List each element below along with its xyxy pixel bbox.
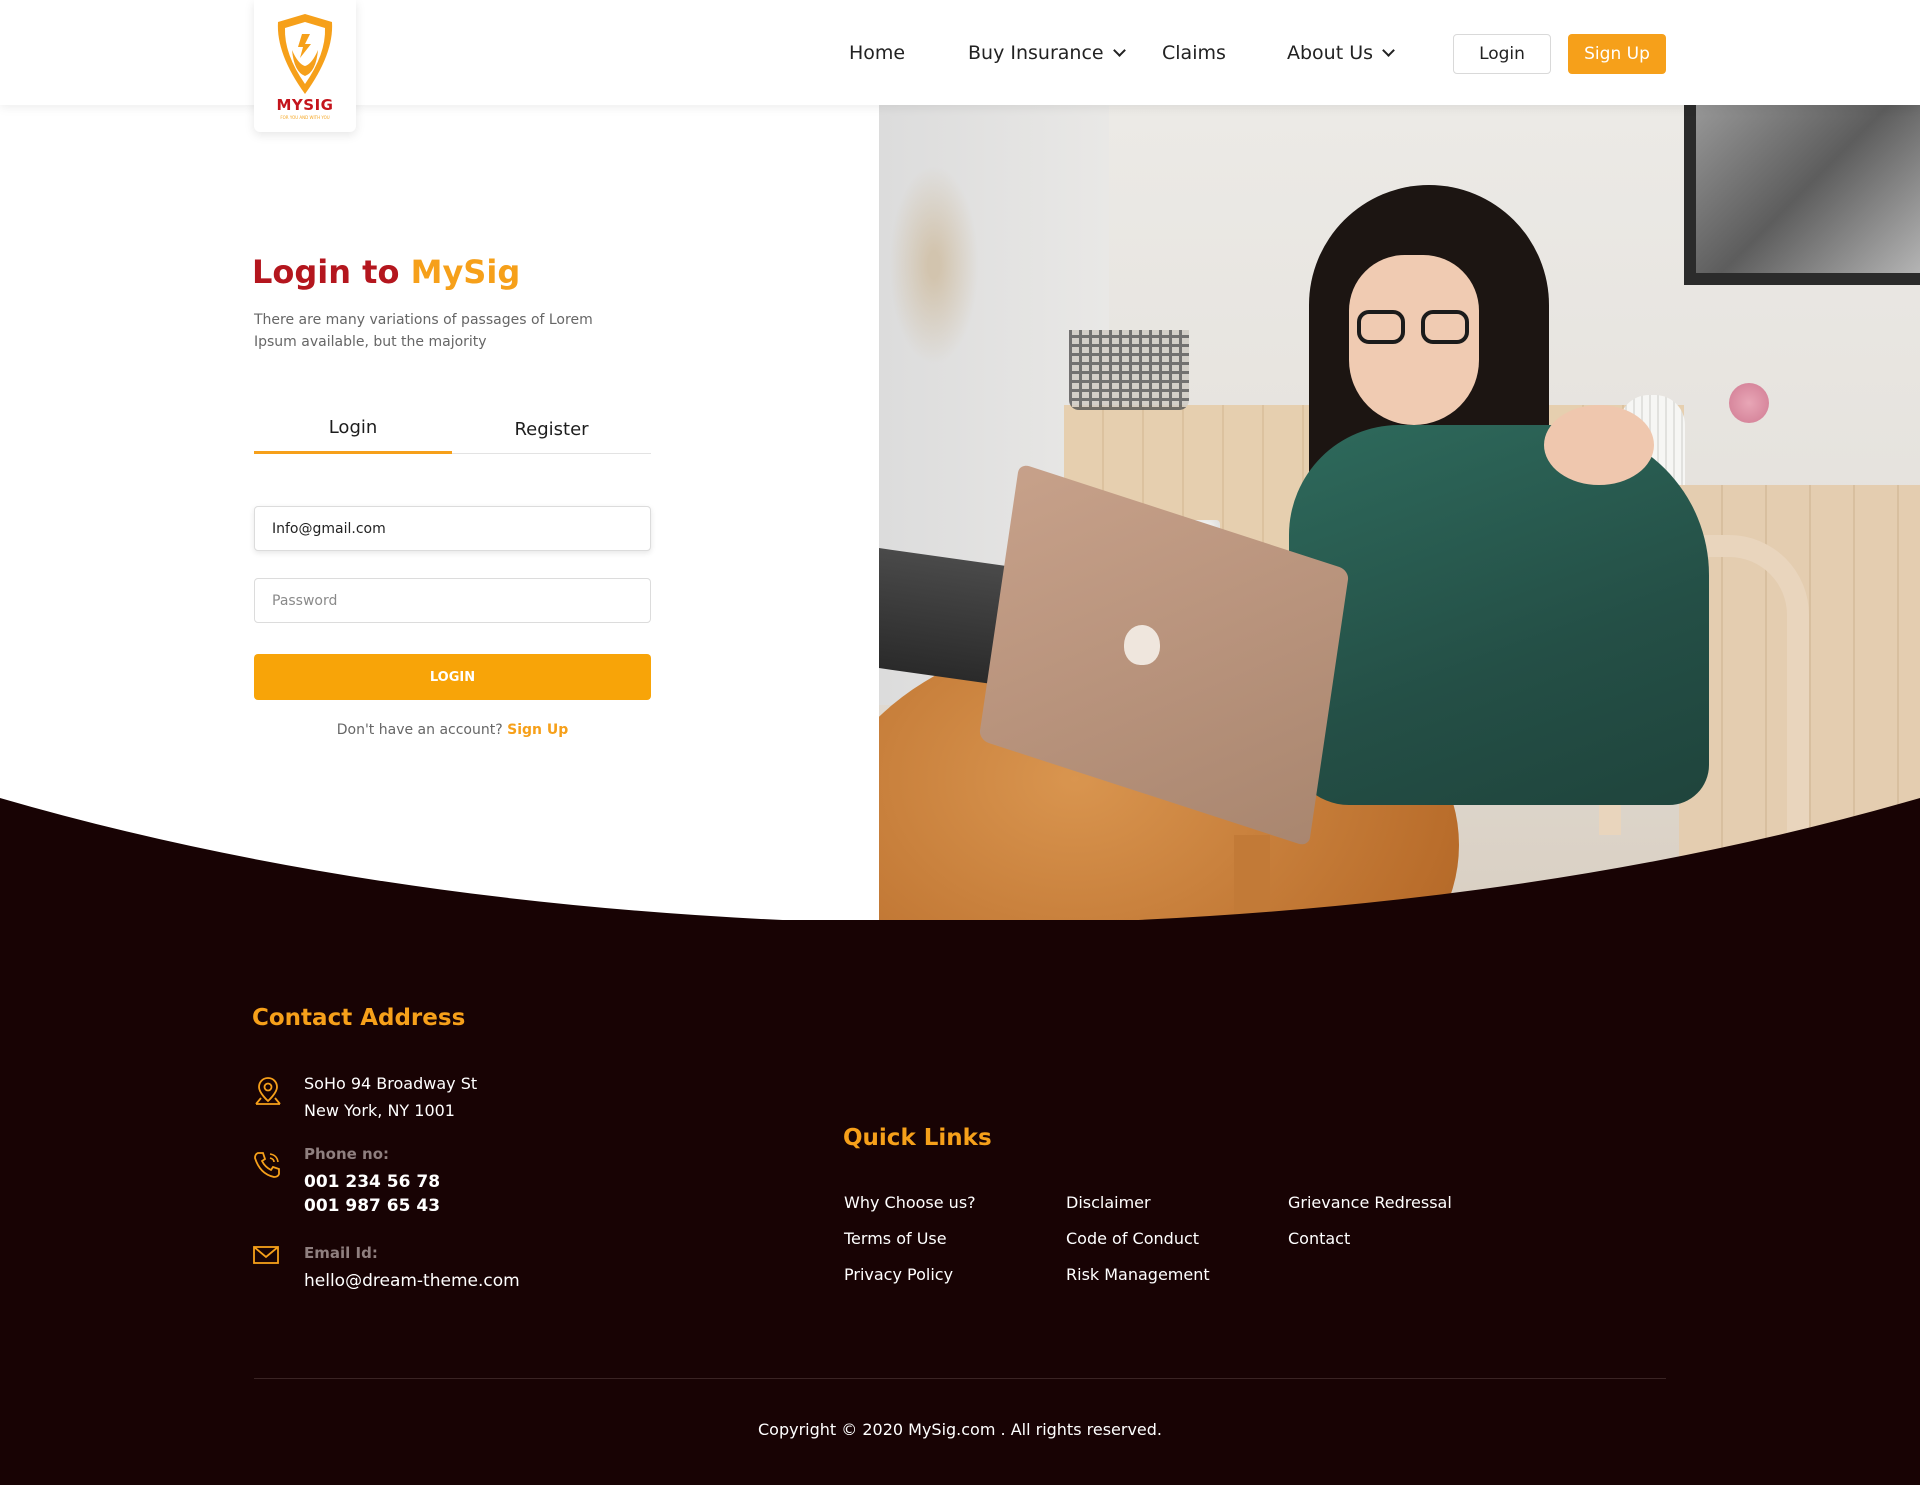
address-line-1: SoHo 94 Broadway St <box>304 1074 478 1093</box>
phone-number-2[interactable]: 001 987 65 43 <box>304 1194 440 1218</box>
location-pin-icon <box>255 1077 281 1105</box>
copyright: Copyright © 2020 MySig.com . All rights … <box>757 1420 1163 1439</box>
quick-link-code-of-conduct[interactable]: Code of Conduct <box>1066 1229 1199 1248</box>
phone-label: Phone no: <box>304 1145 390 1163</box>
address-block: SoHo 94 Broadway St New York, NY 1001 <box>304 1070 477 1124</box>
chevron-down-icon <box>1382 44 1395 57</box>
tab-login[interactable]: Login <box>254 404 452 454</box>
quick-links-title: Quick Links <box>843 1125 992 1151</box>
auth-tabs: Login Register <box>254 404 651 454</box>
nav-buy-insurance-label: Buy Insurance <box>968 42 1104 64</box>
page-title: Login to MySig <box>252 253 520 291</box>
quick-link-grievance-redressal[interactable]: Grievance Redressal <box>1288 1193 1452 1212</box>
quick-link-contact[interactable]: Contact <box>1288 1229 1350 1248</box>
title-brand: MySig <box>410 253 521 291</box>
footer-wave <box>0 798 1920 930</box>
no-account-text: Don't have an account? <box>336 722 503 738</box>
logo[interactable]: MYSIG FOR YOU AND WITH YOU <box>254 0 356 132</box>
tab-register[interactable]: Register <box>452 404 651 454</box>
quick-link-disclaimer[interactable]: Disclaimer <box>1066 1193 1151 1212</box>
email-field[interactable] <box>254 506 651 551</box>
mail-icon <box>253 1246 279 1264</box>
header-login-button[interactable]: Login <box>1453 34 1551 74</box>
nav-about-us-label: About Us <box>1287 42 1374 64</box>
contact-email[interactable]: hello@dream-theme.com <box>304 1268 520 1295</box>
title-prefix: Login to <box>252 253 400 291</box>
login-submit-button[interactable]: LOGIN <box>254 654 651 700</box>
shield-logo-icon <box>277 14 333 94</box>
nav-home[interactable]: Home <box>849 42 905 64</box>
quick-link-terms-of-use[interactable]: Terms of Use <box>844 1229 947 1248</box>
signup-prompt: Don't have an account? Sign Up <box>254 722 651 738</box>
footer-divider <box>254 1378 1666 1379</box>
phone-icon <box>254 1152 280 1178</box>
password-field[interactable] <box>254 578 651 623</box>
header-signup-button[interactable]: Sign Up <box>1568 34 1666 74</box>
quick-link-why-choose-us[interactable]: Why Choose us? <box>844 1193 976 1212</box>
quick-link-risk-management[interactable]: Risk Management <box>1066 1265 1210 1284</box>
nav-claims[interactable]: Claims <box>1162 42 1226 64</box>
nav-buy-insurance[interactable]: Buy Insurance <box>968 42 1126 64</box>
signup-link[interactable]: Sign Up <box>507 722 568 738</box>
login-description: There are many variations of passages of… <box>254 312 593 350</box>
quick-link-privacy-policy[interactable]: Privacy Policy <box>844 1265 953 1284</box>
nav-home-label: Home <box>849 42 906 64</box>
logo-tagline: FOR YOU AND WITH YOU <box>280 115 330 120</box>
chevron-down-icon <box>1112 44 1126 57</box>
phone-number-1[interactable]: 001 234 56 78 <box>304 1170 440 1194</box>
contact-title: Contact Address <box>252 1005 466 1031</box>
nav-claims-label: Claims <box>1162 42 1226 64</box>
nav-about-us[interactable]: About Us <box>1287 42 1395 64</box>
address-line-2: New York, NY 1001 <box>304 1101 455 1120</box>
email-label: Email Id: <box>304 1244 378 1262</box>
logo-wordmark: MYSIG <box>276 96 334 114</box>
